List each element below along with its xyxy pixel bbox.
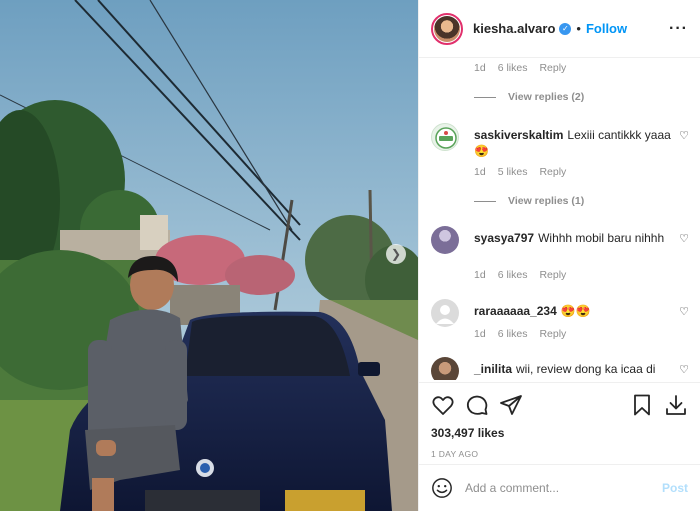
post-date: 1 DAY AGO bbox=[431, 449, 479, 459]
heart-icon[interactable] bbox=[431, 393, 455, 417]
commenter-avatar[interactable] bbox=[431, 299, 459, 327]
comment-meta: 1d 5 likes Reply bbox=[474, 166, 566, 178]
add-comment-bar: Post bbox=[419, 464, 700, 511]
likes-count[interactable]: 303,497 likes bbox=[431, 426, 688, 440]
divider-line bbox=[474, 200, 496, 202]
photo-illustration bbox=[0, 0, 418, 511]
commenter-username[interactable]: syasya797 bbox=[474, 231, 534, 245]
comment-body: 😍😍 bbox=[560, 304, 591, 318]
commenter-username[interactable]: saskiverskaltim bbox=[474, 128, 563, 142]
share-icon[interactable] bbox=[499, 393, 523, 417]
comment-text: _inilita wii, review dong ka icaa di bbox=[474, 361, 674, 377]
comment-icon[interactable] bbox=[465, 393, 489, 417]
comment-body: wii, review dong ka icaa di bbox=[516, 362, 656, 376]
verified-badge-icon: ✓ bbox=[559, 22, 572, 35]
comment-item: raraaaaaa_234 😍😍 ♡ 1d 6 likes Reply bbox=[431, 299, 693, 359]
comment-item: syasya797 Wihhh mobil baru nihhh ♡ 1d 6 l… bbox=[431, 226, 693, 296]
comment-likes[interactable]: 6 likes bbox=[498, 62, 528, 74]
action-icons-right bbox=[620, 393, 688, 417]
like-comment-heart-icon[interactable]: ♡ bbox=[679, 129, 689, 142]
commenter-avatar[interactable] bbox=[431, 357, 459, 380]
more-options-icon[interactable]: ··· bbox=[669, 20, 688, 38]
commenter-username[interactable]: _inilita bbox=[474, 362, 512, 376]
comment-text: syasya797 Wihhh mobil baru nihhh bbox=[474, 230, 674, 246]
action-icons-row bbox=[431, 393, 688, 417]
comment-time: 1d bbox=[474, 166, 486, 178]
comment-input[interactable] bbox=[465, 481, 662, 495]
view-replies-button[interactable]: View replies (2) bbox=[474, 91, 584, 103]
separator-dot: • bbox=[576, 21, 581, 36]
comment-item: _inilita wii, review dong ka icaa di ♡ bbox=[431, 357, 693, 380]
comment-likes[interactable]: 6 likes bbox=[498, 328, 528, 340]
commenter-avatar[interactable] bbox=[431, 123, 459, 151]
comment-likes[interactable]: 5 likes bbox=[498, 166, 528, 178]
divider-line bbox=[474, 96, 496, 98]
view-replies-label: View replies (2) bbox=[508, 91, 585, 103]
like-comment-heart-icon[interactable]: ♡ bbox=[679, 363, 689, 376]
bookmark-icon[interactable] bbox=[630, 393, 654, 417]
view-replies-label: View replies (1) bbox=[508, 195, 585, 207]
comment-likes[interactable]: 6 likes bbox=[498, 269, 528, 281]
chevron-right-icon: ❯ bbox=[390, 247, 402, 261]
download-icon[interactable] bbox=[664, 393, 688, 417]
like-comment-heart-icon[interactable]: ♡ bbox=[679, 232, 689, 245]
comment-time: 1d bbox=[474, 269, 486, 281]
post-side-panel: kiesha.alvaro ✓ • Follow ··· 1d 6 likes … bbox=[418, 0, 700, 511]
post-photo[interactable]: ❯ bbox=[0, 0, 418, 511]
author-avatar[interactable] bbox=[431, 12, 463, 45]
post-actions: 303,497 likes 1 DAY AGO bbox=[419, 382, 700, 464]
next-image-button[interactable]: ❯ bbox=[386, 244, 406, 264]
author-username[interactable]: kiesha.alvaro bbox=[473, 21, 555, 36]
view-replies-button[interactable]: View replies (1) bbox=[474, 195, 584, 207]
reply-button[interactable]: Reply bbox=[539, 269, 566, 281]
emoji-icon[interactable] bbox=[431, 477, 453, 499]
comments-list[interactable]: 1d 6 likes Reply View replies (2) saskiv… bbox=[419, 59, 700, 380]
follow-button[interactable]: Follow bbox=[586, 21, 627, 36]
comment-time: 1d bbox=[474, 328, 486, 340]
commenter-avatar[interactable] bbox=[431, 226, 459, 254]
comment-text: raraaaaaa_234 😍😍 bbox=[474, 303, 674, 319]
reply-button[interactable]: Reply bbox=[539, 166, 566, 178]
reply-button[interactable]: Reply bbox=[539, 328, 566, 340]
comment-item: saskiverskaltim Lexiii cantikkk yaaa 😍 ♡ … bbox=[431, 123, 693, 233]
comment-meta: 1d 6 likes Reply bbox=[474, 328, 566, 340]
comment-body: Wihhh mobil baru nihhh bbox=[538, 231, 665, 245]
post-comment-button[interactable]: Post bbox=[662, 481, 688, 495]
post-header: kiesha.alvaro ✓ • Follow ··· bbox=[419, 0, 700, 58]
comment-meta: 1d 6 likes Reply bbox=[474, 62, 566, 74]
comment-time: 1d bbox=[474, 62, 486, 74]
comment-meta: 1d 6 likes Reply bbox=[474, 269, 566, 281]
reply-button[interactable]: Reply bbox=[539, 62, 566, 74]
comment-text: saskiverskaltim Lexiii cantikkk yaaa 😍 bbox=[474, 127, 674, 159]
commenter-username[interactable]: raraaaaaa_234 bbox=[474, 304, 557, 318]
like-comment-heart-icon[interactable]: ♡ bbox=[679, 305, 689, 318]
